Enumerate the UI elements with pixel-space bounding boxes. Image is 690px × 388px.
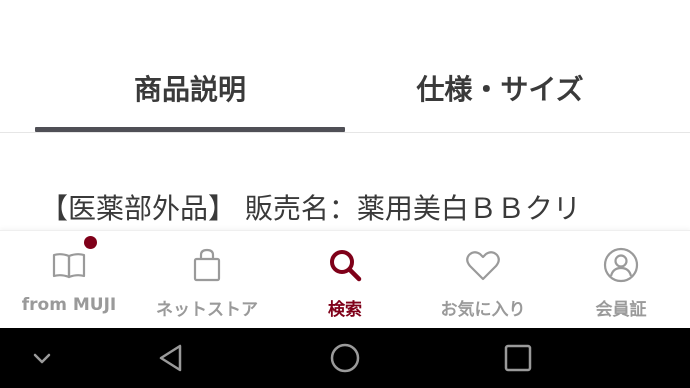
nav-item-net-store[interactable]: ネットストア	[138, 231, 276, 329]
home-icon[interactable]	[323, 336, 367, 380]
product-description-text: 【医薬部外品】 販売名：薬用美白ＢＢクリ	[40, 192, 581, 225]
system-navigation-bar	[0, 328, 690, 388]
product-tabs: 商品説明 仕様・サイズ	[0, 0, 690, 134]
bottom-navigation: from MUJI ネットストア 検索 お気に入り 会員証	[0, 230, 690, 329]
recents-icon[interactable]	[496, 336, 540, 380]
nav-item-from-muji[interactable]: from MUJI	[0, 231, 138, 329]
search-icon	[330, 250, 362, 282]
chevron-down-icon[interactable]	[20, 336, 64, 380]
nav-item-favorites[interactable]: お気に入り	[414, 231, 552, 329]
tab-product-description[interactable]: 商品説明	[35, 68, 345, 112]
heart-icon	[466, 251, 500, 281]
book-icon	[52, 253, 86, 279]
nav-item-member-card[interactable]: 会員証	[552, 231, 690, 329]
tab-specs-size[interactable]: 仕様・サイズ	[345, 68, 655, 112]
nav-label-from-muji: from MUJI	[21, 295, 117, 315]
member-card-icon	[603, 247, 639, 283]
shopping-bag-icon	[193, 248, 221, 282]
back-icon[interactable]	[150, 336, 194, 380]
nav-label-favorites: お気に入り	[440, 300, 526, 320]
notification-dot	[84, 236, 97, 249]
nav-label-net-store: ネットストア	[156, 300, 258, 320]
nav-label-search: 検索	[328, 300, 362, 320]
nav-label-member-card: 会員証	[595, 300, 647, 320]
nav-item-search[interactable]: 検索	[276, 231, 414, 329]
tabs-divider	[0, 132, 690, 133]
